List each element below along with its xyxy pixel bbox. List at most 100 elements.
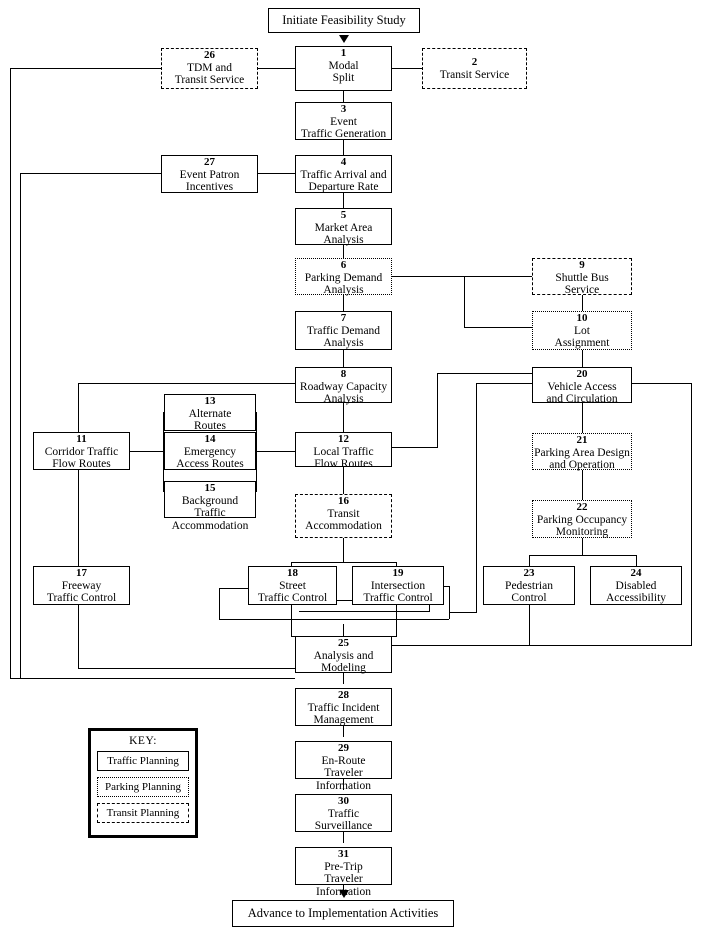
edge-8-left-out xyxy=(78,383,295,384)
edge-27-4 xyxy=(258,173,295,174)
edge-8row-vert xyxy=(437,373,438,447)
node-31[interactable]: 31 Pre-Trip Traveler Information xyxy=(295,847,392,898)
edge-4-5 xyxy=(343,193,344,208)
edge-6-10-vert xyxy=(464,276,465,327)
terminal-start-label: Initiate Feasibility Study xyxy=(282,13,406,27)
node-30-label: Traffic Surveillance xyxy=(314,807,373,833)
node-18-label: Street Traffic Control xyxy=(257,579,328,605)
node-16-number: 16 xyxy=(338,495,349,507)
node-1-number: 1 xyxy=(340,47,347,59)
node-10[interactable]: 10 Lot Assignment xyxy=(532,311,632,350)
node-28-label: Traffic Incident Management xyxy=(307,701,380,727)
legend-key: KEY: Traffic Planning Parking Planning T… xyxy=(88,728,198,838)
node-23-number: 23 xyxy=(523,567,535,579)
node-22-label: Parking Occupancy Monitoring xyxy=(536,513,628,539)
node-25[interactable]: 25 Analysis and Modeling xyxy=(295,636,392,674)
node-7[interactable]: 7 Traffic Demand Analysis xyxy=(295,311,392,350)
node-18[interactable]: 18 Street Traffic Control xyxy=(248,566,337,605)
node-24[interactable]: 24 Disabled Accessibility xyxy=(590,566,682,605)
node-26-number: 26 xyxy=(204,49,215,61)
node-5[interactable]: 5 Market Area Analysis xyxy=(295,208,392,246)
edge-8-left-vert xyxy=(78,383,79,432)
node-12-label: Local Traffic Flow Routes xyxy=(313,445,374,471)
edge-5-6 xyxy=(343,245,344,259)
node-29-number: 29 xyxy=(338,742,349,754)
edge-19-down xyxy=(396,605,397,636)
node-14[interactable]: 14 Emergency Access Routes xyxy=(164,432,256,470)
node-9-number: 9 xyxy=(579,259,585,271)
edge-20-right-vert xyxy=(691,383,692,645)
node-2[interactable]: 2 Transit Service xyxy=(422,48,527,89)
node-27[interactable]: 27 Event Patron Incentives xyxy=(161,155,258,193)
node-28[interactable]: 28 Traffic Incident Management xyxy=(295,688,392,726)
edge-9-10 xyxy=(582,295,583,311)
edge-8-12 xyxy=(343,403,344,432)
edge-28-29 xyxy=(343,726,344,737)
node-18-number: 18 xyxy=(287,567,298,579)
node-9[interactable]: 9 Shuttle Bus Service xyxy=(532,258,632,296)
node-30[interactable]: 30 Traffic Surveillance xyxy=(295,794,392,832)
edge-23-down xyxy=(529,605,530,646)
node-4[interactable]: 4 Traffic Arrival and Departure Rate xyxy=(295,155,392,193)
node-25-number: 25 xyxy=(338,637,349,649)
edge-feedback-27-left xyxy=(20,173,165,174)
node-24-label: Disabled Accessibility xyxy=(605,579,667,605)
edge-20-left-out xyxy=(476,383,532,384)
node-13-label: Alternate Routes xyxy=(188,407,232,433)
node-22[interactable]: 22 Parking Occupancy Monitoring xyxy=(532,500,632,538)
node-3[interactable]: 3 Event Traffic Generation xyxy=(295,102,392,140)
node-15-label: Background Traffic Accommodation xyxy=(171,494,249,532)
edge-1-2 xyxy=(392,68,422,69)
node-2-number: 2 xyxy=(471,55,478,68)
edge-20-21 xyxy=(582,403,583,433)
node-26[interactable]: 26 TDM and Transit Service xyxy=(161,48,258,89)
node-28-number: 28 xyxy=(338,689,349,701)
edge-12-16 xyxy=(343,467,344,494)
node-12-number: 12 xyxy=(338,433,349,445)
node-19[interactable]: 19 Intersection Traffic Control xyxy=(352,566,444,605)
node-17-label: Freeway Traffic Control xyxy=(46,579,117,605)
node-21-label: Parking Area Design and Operation xyxy=(534,446,630,472)
node-7-number: 7 xyxy=(340,312,347,324)
arrow-start-to-1 xyxy=(339,35,349,43)
node-10-number: 10 xyxy=(576,312,588,324)
node-29[interactable]: 29 En-Route Traveler Information xyxy=(295,741,392,792)
edge-17-to-25row xyxy=(78,668,295,669)
flowchart-canvas: Initiate Feasibility Study Advance to Im… xyxy=(0,0,703,937)
node-20-label: Vehicle Access and Circulation xyxy=(546,380,618,406)
node-22-number: 22 xyxy=(576,501,588,513)
edge-16-splitbar xyxy=(291,562,396,563)
node-12[interactable]: 12 Local Traffic Flow Routes xyxy=(295,432,392,470)
edge-6-7 xyxy=(343,295,344,311)
node-8-number: 8 xyxy=(340,368,347,380)
node-21-number: 21 xyxy=(576,434,588,446)
node-6[interactable]: 6 Parking Demand Analysis xyxy=(295,258,392,296)
node-10-label: Lot Assignment xyxy=(554,324,610,350)
node-8[interactable]: 8 Roadway Capacity Analysis xyxy=(295,367,392,405)
legend-item-transit: Transit Planning xyxy=(97,803,189,823)
edge-1-3 xyxy=(343,91,344,102)
edge-20-right-out xyxy=(632,383,692,384)
node-6-number: 6 xyxy=(340,259,347,271)
edge-20-right-bottom-to-25 xyxy=(392,645,692,646)
legend-item-traffic: Traffic Planning xyxy=(97,751,189,771)
node-1[interactable]: 1 Modal Split xyxy=(295,46,392,91)
node-17-number: 17 xyxy=(76,567,87,579)
node-13[interactable]: 13 Alternate Routes xyxy=(164,394,256,433)
node-20[interactable]: 20 Vehicle Access and Circulation xyxy=(532,367,632,406)
edge-16-down xyxy=(343,538,344,562)
node-1-label: Modal Split xyxy=(328,59,359,85)
edge-21-22 xyxy=(582,470,583,500)
node-27-number: 27 xyxy=(204,156,215,168)
node-15[interactable]: 15 Background Traffic Accommodation xyxy=(164,481,256,532)
node-16[interactable]: 16 Transit Accommodation xyxy=(295,494,392,538)
node-17[interactable]: 17 Freeway Traffic Control xyxy=(33,566,130,605)
node-23[interactable]: 23 Pedestrian Control xyxy=(483,566,575,605)
node-27-label: Event Patron Incentives xyxy=(179,168,240,194)
node-14-number: 14 xyxy=(204,433,216,445)
node-14-label: Emergency Access Routes xyxy=(176,445,244,471)
node-11[interactable]: 11 Corridor Traffic Flow Routes xyxy=(33,432,130,470)
node-21[interactable]: 21 Parking Area Design and Operation xyxy=(532,433,632,472)
edge-into-12-right xyxy=(392,447,438,448)
node-24-number: 24 xyxy=(630,567,642,579)
